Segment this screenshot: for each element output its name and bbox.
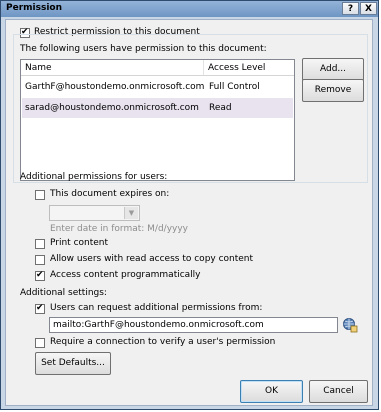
additional-permissions-label: Additional permissions for users: (20, 172, 168, 182)
request-permissions-label: Users can request additional permissions… (50, 303, 263, 313)
additional-settings-label: Additional settings: (20, 288, 107, 298)
expiry-date-picker[interactable]: ▼ (49, 205, 140, 221)
request-permissions-checkbox[interactable] (35, 304, 45, 314)
allow-copy-checkbox[interactable] (35, 255, 45, 265)
request-permissions-input[interactable]: mailto:GarthF@houstondemo.onmicrosoft.co… (49, 317, 338, 333)
user-name-cell: sarad@houstondemo.onmicrosoft.com (25, 103, 199, 113)
add-user-button[interactable]: Add... (302, 58, 364, 81)
table-row[interactable]: GarthF@houstondemo.onmicrosoft.com Full … (22, 77, 293, 97)
users-listbox[interactable]: Name Access Level GarthF@houstondemo.onm… (20, 59, 295, 181)
dialog-title: Permission (6, 3, 62, 13)
column-header-name[interactable]: Name (21, 60, 204, 76)
access-programmatically-checkbox[interactable] (35, 271, 45, 281)
column-header-access-level[interactable]: Access Level (204, 60, 294, 76)
print-content-checkbox[interactable] (35, 239, 45, 249)
users-section-label: The following users have permission to t… (20, 44, 267, 54)
verify-connection-checkbox[interactable] (35, 338, 45, 348)
dialog-client-area: Restrict permission to this document The… (5, 19, 373, 406)
permission-dialog: Permission ? X Restrict permission to th… (0, 0, 379, 410)
table-row[interactable]: sarad@houstondemo.onmicrosoft.com Read (22, 98, 293, 118)
access-level-cell: Read (209, 103, 232, 113)
set-defaults-button[interactable]: Set Defaults... (35, 352, 111, 375)
cancel-button[interactable]: Cancel (309, 380, 368, 403)
date-format-hint: Enter date in format: M/d/yyyy (50, 224, 189, 234)
access-programmatically-label: Access content programmatically (50, 270, 201, 280)
remove-user-button[interactable]: Remove (302, 79, 364, 102)
close-button[interactable]: X (360, 2, 377, 15)
address-book-icon[interactable] (342, 317, 358, 333)
verify-connection-label: Require a connection to verify a user's … (50, 337, 276, 347)
expires-checkbox[interactable] (35, 190, 45, 200)
print-content-label: Print content (50, 238, 109, 248)
allow-copy-label: Allow users with read access to copy con… (50, 254, 254, 264)
help-button[interactable]: ? (342, 2, 359, 15)
user-name-cell: GarthF@houstondemo.onmicrosoft.com (25, 82, 205, 92)
ok-button[interactable]: OK (240, 380, 303, 403)
chevron-down-icon[interactable]: ▼ (124, 207, 138, 219)
title-bar[interactable]: Permission ? X (1, 1, 378, 17)
access-level-cell: Full Control (209, 82, 260, 92)
expires-label: This document expires on: (50, 189, 170, 199)
